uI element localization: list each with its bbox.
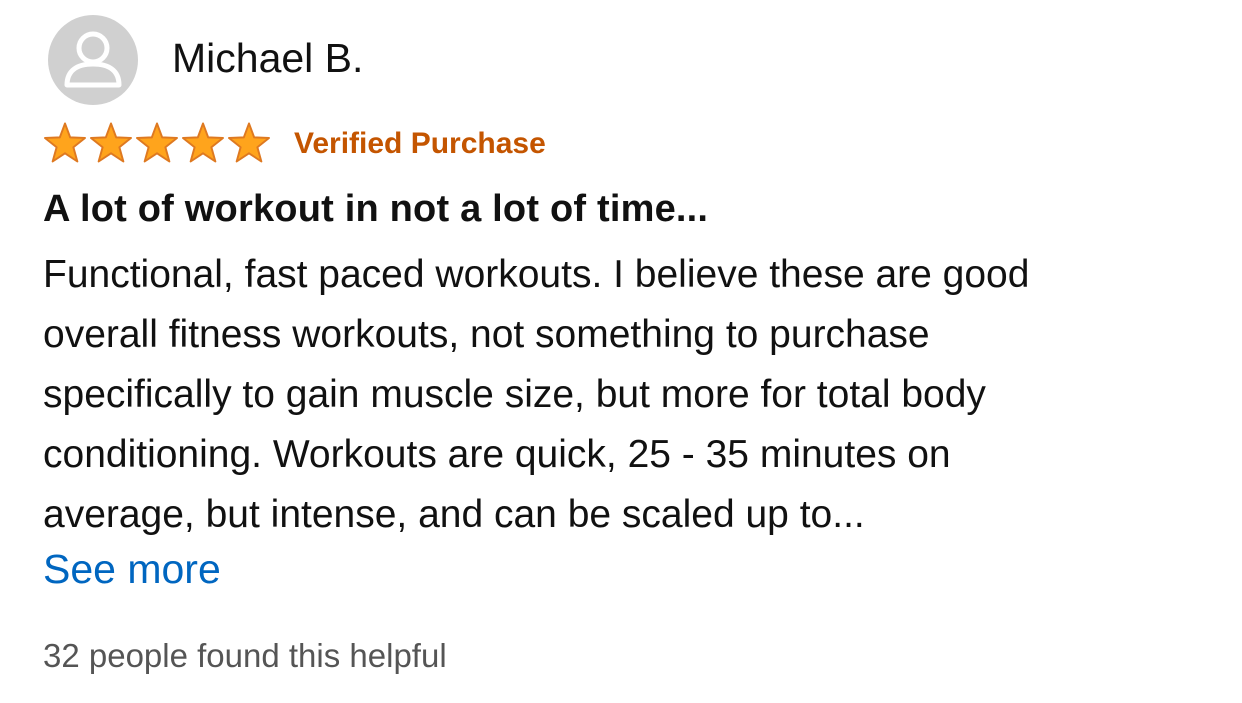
- rating-row: Verified Purchase: [42, 121, 546, 167]
- review-body-line: Functional, fast paced workouts. I belie…: [43, 253, 1030, 296]
- review-body-line: average, but intense, and can be scaled …: [43, 493, 865, 536]
- avatar: [48, 15, 138, 105]
- reviewer-name[interactable]: Michael B.: [172, 35, 363, 82]
- review-card: Michael B. Verified Purchase A lot of wo…: [0, 0, 1242, 703]
- helpful-count: 32 people found this helpful: [43, 637, 447, 674]
- star-icon: [136, 122, 178, 163]
- star-icon: [90, 122, 132, 163]
- verified-purchase-badge: Verified Purchase: [294, 127, 546, 160]
- star-icon: [228, 122, 270, 163]
- review-body-line: specifically to gain muscle size, but mo…: [43, 373, 986, 416]
- review-body-line: conditioning. Workouts are quick, 25 - 3…: [43, 433, 951, 476]
- review-body: Functional, fast paced workouts. I belie…: [43, 245, 1213, 545]
- see-more-link[interactable]: See more: [43, 546, 221, 593]
- review-author-row: Michael B.: [48, 14, 363, 106]
- user-avatar-icon: [64, 31, 122, 88]
- review-body-line: overall fitness workouts, not something …: [43, 313, 930, 356]
- star-icon: [182, 122, 224, 163]
- star-rating[interactable]: [42, 122, 272, 166]
- star-icon: [44, 122, 86, 163]
- review-title: A lot of workout in not a lot of time...: [43, 188, 709, 230]
